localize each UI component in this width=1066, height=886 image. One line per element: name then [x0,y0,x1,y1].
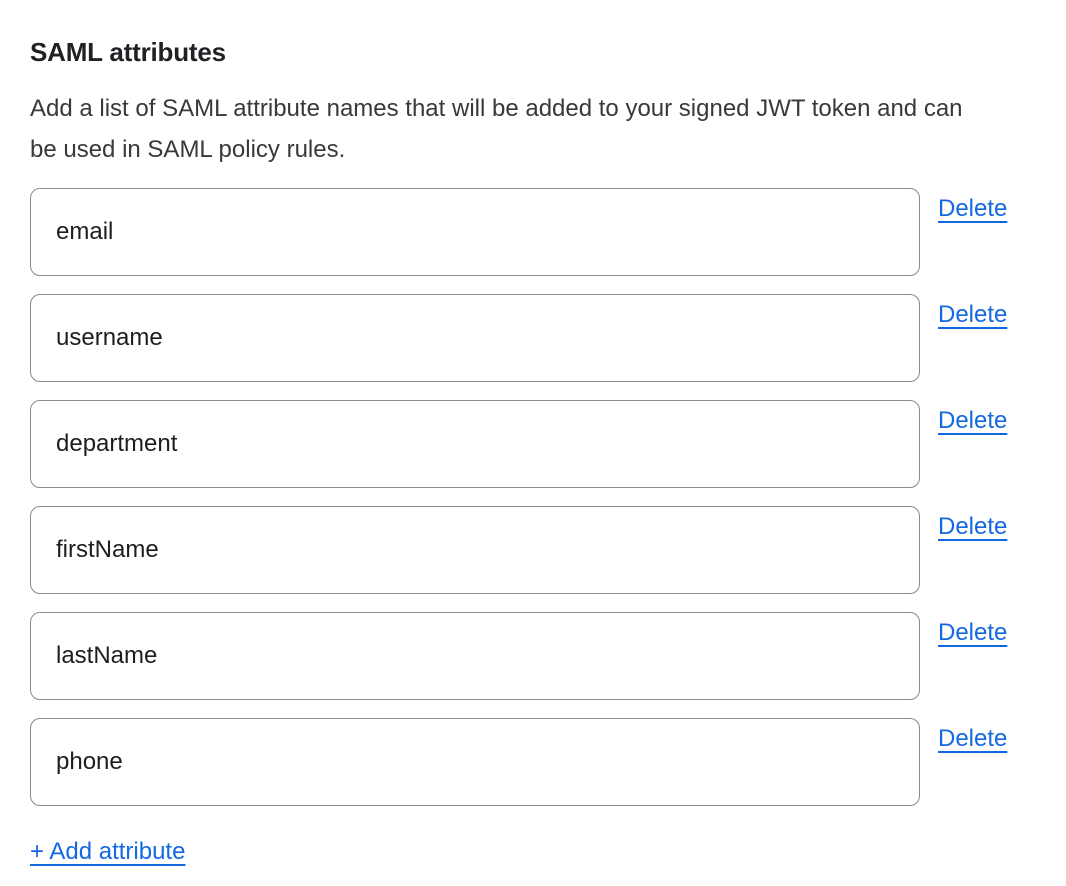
attribute-input[interactable] [30,188,920,276]
attribute-row: Delete [30,188,1036,276]
attribute-input[interactable] [30,506,920,594]
attribute-input[interactable] [30,294,920,382]
attribute-row: Delete [30,294,1036,382]
delete-attribute-link[interactable]: Delete [938,407,1007,435]
page-description: Add a list of SAML attribute names that … [30,88,990,170]
delete-attribute-link[interactable]: Delete [938,619,1007,647]
attribute-input[interactable] [30,718,920,806]
attribute-input[interactable] [30,612,920,700]
saml-attributes-panel: SAML attributes Add a list of SAML attri… [0,0,1066,886]
attribute-list: Delete Delete Delete Delete Delete Delet… [30,188,1036,806]
attribute-row: Delete [30,612,1036,700]
delete-attribute-link[interactable]: Delete [938,513,1007,541]
add-attribute-link[interactable]: + Add attribute [30,838,185,866]
attribute-row: Delete [30,718,1036,806]
page-title: SAML attributes [30,36,1036,68]
delete-attribute-link[interactable]: Delete [938,725,1007,753]
attribute-input[interactable] [30,400,920,488]
attribute-row: Delete [30,506,1036,594]
delete-attribute-link[interactable]: Delete [938,195,1007,223]
delete-attribute-link[interactable]: Delete [938,301,1007,329]
attribute-row: Delete [30,400,1036,488]
